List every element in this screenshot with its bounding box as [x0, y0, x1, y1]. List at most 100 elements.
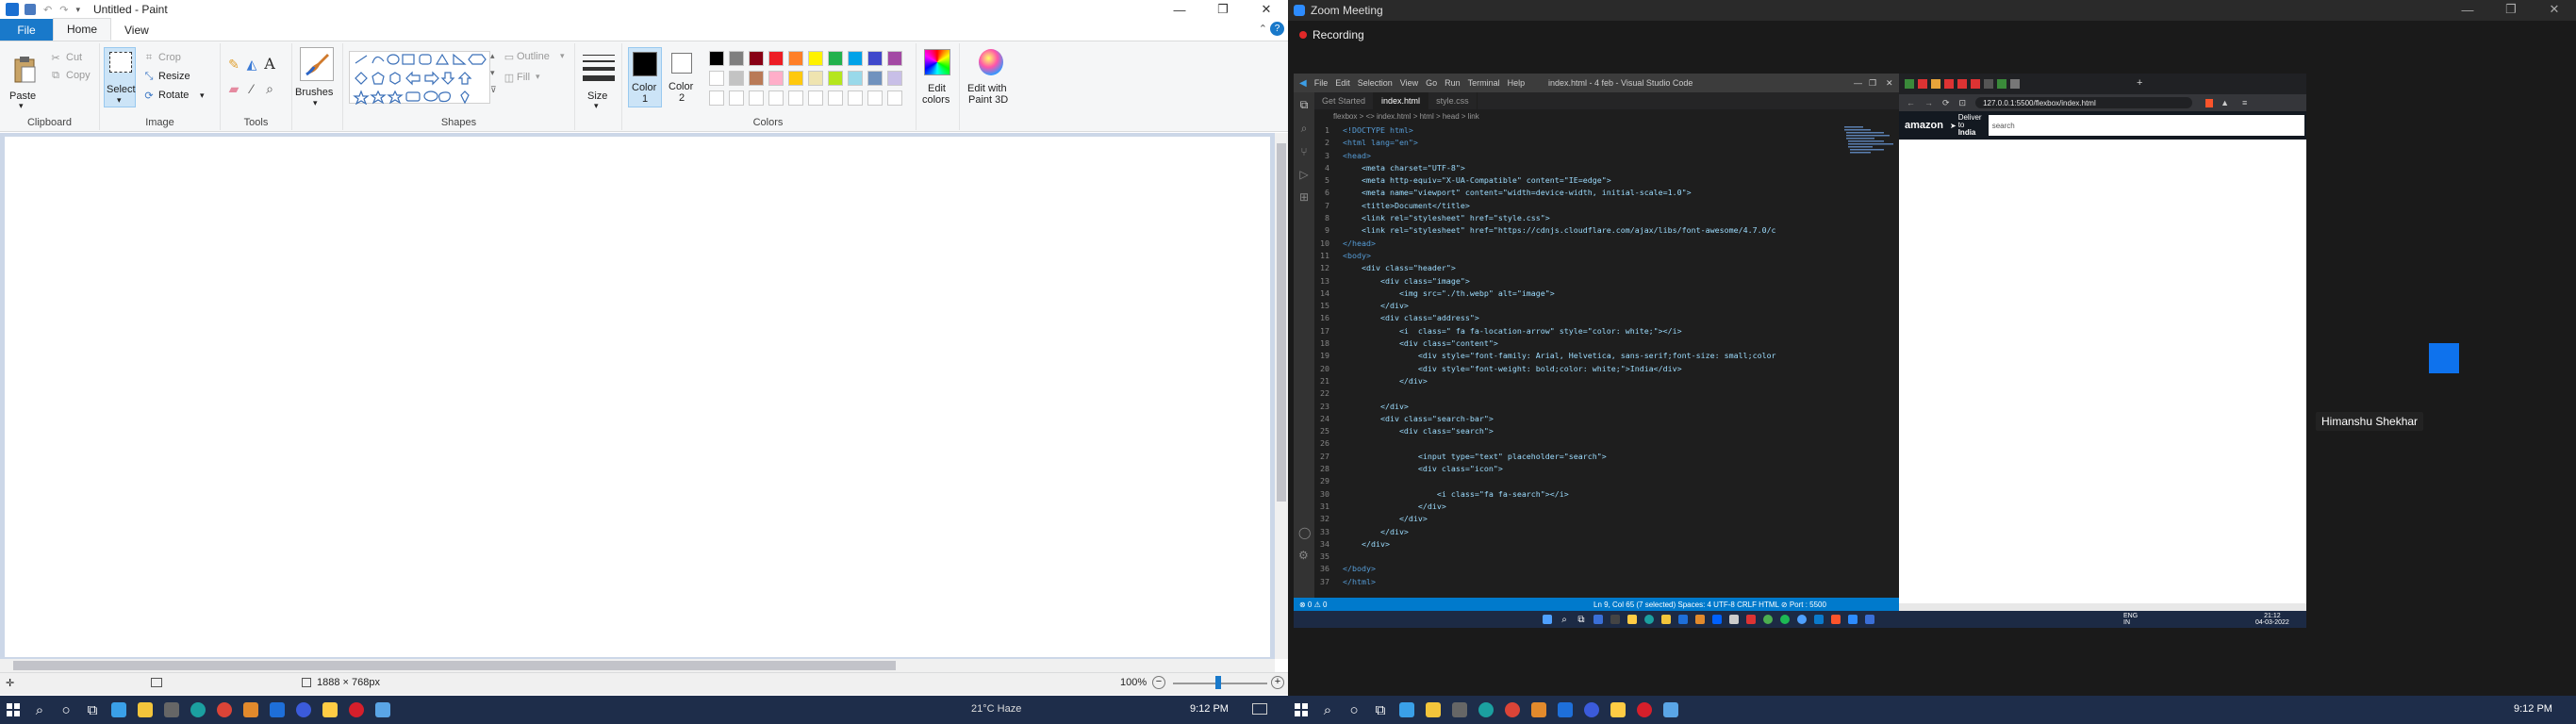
browser-tabs[interactable]	[1905, 79, 2020, 89]
vscode-close-button[interactable]: ✕	[1886, 78, 1893, 89]
problems-count[interactable]: ⊗ 0 ⚠ 0	[1299, 601, 1327, 609]
forward-icon[interactable]: →	[1924, 98, 1933, 107]
shapes-scroll-down-icon[interactable]: ▾	[490, 68, 495, 78]
palette-swatch[interactable]	[768, 51, 784, 66]
maximize-button[interactable]: ❐	[1201, 0, 1245, 19]
code-line[interactable]: 26	[1314, 437, 1842, 450]
tab-view[interactable]: View	[111, 19, 162, 41]
brushes-button[interactable]: Brushes	[295, 87, 333, 98]
account-icon[interactable]: ◯	[1298, 526, 1311, 539]
custom-color-slot[interactable]	[808, 90, 823, 106]
cortana-icon-right[interactable]: ○	[1341, 696, 1367, 724]
help-icon[interactable]: ?	[1270, 22, 1284, 36]
code-line[interactable]: 34 </div>	[1314, 538, 1842, 551]
shapes-gallery[interactable]	[349, 51, 490, 106]
shapes-scroll-up-icon[interactable]: ▴	[490, 51, 495, 61]
code-line[interactable]: 15 </div>	[1314, 300, 1842, 312]
size-icon[interactable]	[583, 51, 615, 85]
code-line[interactable]: 16 <div class="address">	[1314, 312, 1842, 324]
palette-swatch[interactable]	[709, 51, 724, 66]
save-icon[interactable]	[25, 4, 36, 15]
vscode-menu-item[interactable]: View	[1400, 78, 1418, 88]
code-line[interactable]: 30 <i class="fa fa-search"></i>	[1314, 488, 1842, 501]
vscode-menu-item[interactable]: Terminal	[1468, 78, 1500, 88]
code-line[interactable]: 11 <body>	[1314, 250, 1842, 262]
code-line[interactable]: 10 </head>	[1314, 238, 1842, 250]
custom-color-slot[interactable]	[848, 90, 863, 106]
brushes-dropdown-icon[interactable]: ▾	[313, 98, 318, 108]
rotate-dropdown-icon[interactable]: ▾	[200, 90, 205, 101]
tab-get-started[interactable]: Get Started	[1314, 92, 1375, 109]
paint-taskbar-icon[interactable]	[370, 696, 396, 724]
code-line[interactable]: 31 </div>	[1314, 501, 1842, 513]
code-line[interactable]: 37 </html>	[1314, 576, 1842, 588]
minimize-button[interactable]: —	[1158, 0, 1201, 19]
extensions-icon[interactable]: ⊞	[1294, 190, 1314, 204]
fill-dropdown-icon[interactable]: ▾	[536, 72, 540, 82]
notification-icon[interactable]	[1252, 703, 1267, 715]
vscode-minimize-button[interactable]: —	[1854, 78, 1862, 88]
palette-swatch[interactable]	[788, 51, 803, 66]
chrome-icon-right[interactable]	[1499, 696, 1526, 724]
text-icon[interactable]: A	[262, 55, 277, 73]
pencil-icon[interactable]: ✎	[226, 57, 241, 72]
horizontal-scroll-thumb[interactable]	[13, 661, 896, 670]
code-line[interactable]: 28 <div class="icon">	[1314, 463, 1842, 475]
code-line[interactable]: 29	[1314, 475, 1842, 487]
explorer-icon[interactable]: ⧉	[1294, 98, 1314, 112]
color-picker-icon[interactable]: ⁄	[244, 81, 259, 96]
edge-icon-right[interactable]	[1473, 696, 1499, 724]
palette-swatch[interactable]	[808, 51, 823, 66]
drawing-canvas[interactable]	[5, 137, 1270, 657]
code-line[interactable]: 27 <input type="text" placeholder="searc…	[1314, 451, 1842, 463]
zoom-out-button[interactable]: −	[1152, 676, 1165, 689]
vscode-maximize-button[interactable]: ❐	[1869, 78, 1876, 89]
clock-left[interactable]: 9:12 PM	[1190, 703, 1229, 715]
palette-swatch[interactable]	[867, 71, 883, 86]
code-line[interactable]: 19 <div style="font-family: Arial, Helve…	[1314, 350, 1842, 362]
code-line[interactable]: 9 <link rel="stylesheet" href="https://c…	[1314, 224, 1842, 237]
clock-right[interactable]: 9:12 PM	[2514, 703, 2552, 715]
opera-icon-right[interactable]	[1631, 696, 1658, 724]
code-line[interactable]: 25 <div class="search">	[1314, 425, 1842, 437]
code-line[interactable]: 32 </div>	[1314, 513, 1842, 525]
weather-widget[interactable]: 21°C Haze	[971, 703, 1021, 715]
code-line[interactable]: 2 <html lang="en">	[1314, 137, 1842, 149]
palette-swatch[interactable]	[867, 51, 883, 66]
tab-home[interactable]: Home	[53, 18, 112, 41]
brush-icon[interactable]	[300, 47, 334, 81]
breadcrumb[interactable]: flexbox > <> index.html > html > head > …	[1314, 109, 1899, 123]
browser-hscroll[interactable]	[1899, 603, 2306, 611]
extension-icon[interactable]: ▲	[2221, 98, 2229, 107]
settings-gear-icon[interactable]: ⚙	[1298, 549, 1309, 562]
files-icon[interactable]	[317, 696, 343, 724]
copy-button[interactable]: Copy	[66, 70, 91, 81]
custom-color-slot[interactable]	[867, 90, 883, 106]
code-line[interactable]: 36 </body>	[1314, 563, 1842, 575]
fill-button[interactable]: Fill	[517, 72, 530, 83]
palette-swatch[interactable]	[768, 71, 784, 86]
code-line[interactable]: 17 <i class=" fa fa-location-arrow" styl…	[1314, 325, 1842, 337]
tab-style-css[interactable]: style.css	[1428, 92, 1478, 109]
vscode-menu-item[interactable]: File	[1314, 78, 1329, 88]
palette-swatch[interactable]	[848, 51, 863, 66]
code-line[interactable]: 1 <!DOCTYPE html>	[1314, 124, 1842, 137]
vscode-menu-item[interactable]: Edit	[1335, 78, 1350, 88]
task-view-icon[interactable]: ⧉	[79, 696, 106, 724]
windows-start-icon-right[interactable]	[1288, 696, 1314, 724]
tab-index-html[interactable]: index.html	[1374, 92, 1429, 109]
custom-color-slot[interactable]	[749, 90, 764, 106]
size-dropdown-icon[interactable]: ▾	[594, 101, 599, 111]
media-icon-right[interactable]	[1578, 696, 1605, 724]
palette-swatch[interactable]	[887, 71, 902, 86]
paste-dropdown-icon[interactable]: ▾	[19, 101, 24, 111]
brave-shield-icon[interactable]	[2205, 98, 2214, 107]
opera-icon[interactable]	[343, 696, 370, 724]
folder-icon-right[interactable]	[1420, 696, 1446, 724]
eraser-icon[interactable]: ▰	[226, 81, 241, 96]
source-control-icon[interactable]: ⑂	[1294, 145, 1314, 158]
zoom-close-button[interactable]: ✕	[2533, 0, 2576, 19]
edit-colors-label-1[interactable]: Edit	[928, 83, 946, 94]
redo-icon[interactable]: ↷	[59, 4, 68, 16]
url-field[interactable]: 127.0.0.1:5500/flexbox/index.html	[1975, 97, 2193, 108]
